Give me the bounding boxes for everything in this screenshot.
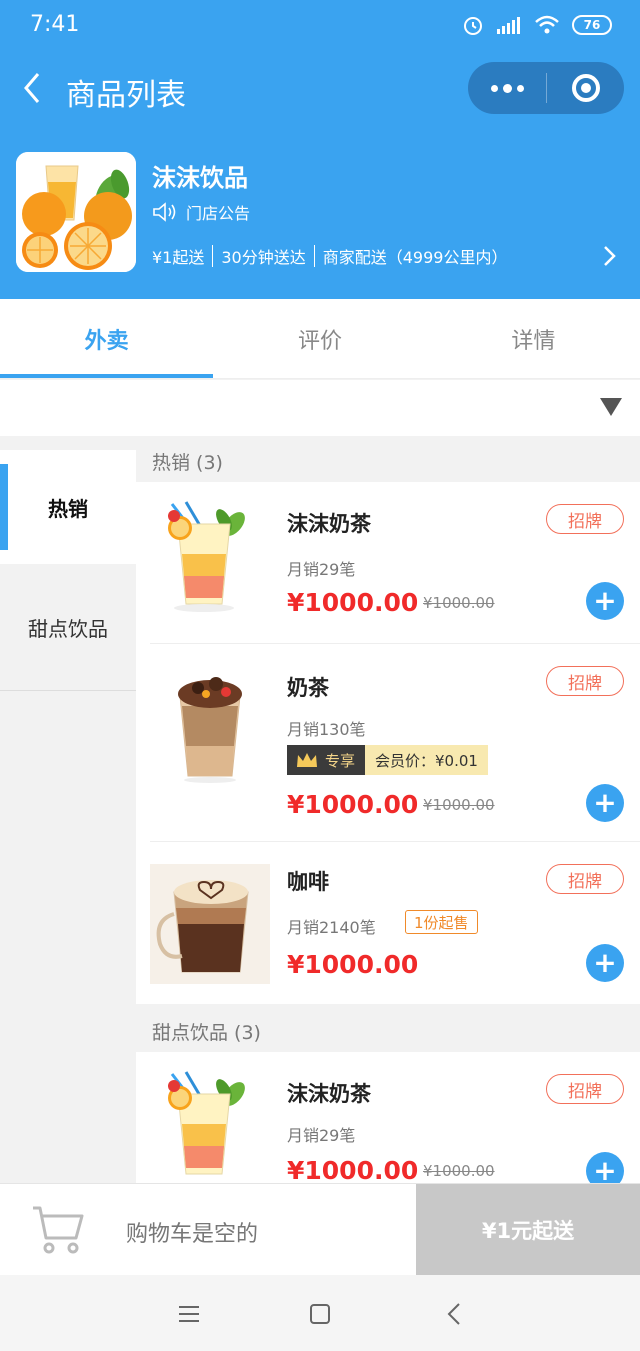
battery-icon: 76 [572,15,612,35]
monthly-sales: 月销29笔 [287,1126,356,1145]
product-price: ¥1000.00 [287,588,419,617]
more-options-button[interactable] [468,62,546,114]
system-back-icon[interactable] [440,1299,470,1329]
signature-badge: 招牌 [546,864,624,894]
product-price: ¥1000.00 [287,950,419,979]
target-icon [571,74,600,102]
monthly-sales: 月销130笔 [287,720,366,739]
product-list: 热销 (3) 沫沫奶茶 招牌 月销29笔 ¥1000.00 ¥1000.00 + [136,436,640,1183]
section-title: 热销 (3) [152,452,223,474]
vip-price: 会员价：¥0.01 [365,745,488,775]
crown-icon [297,753,317,767]
status-time: 7:41 [30,12,80,37]
signature-badge: 招牌 [546,666,624,696]
add-to-cart-button[interactable]: + [586,1152,624,1183]
min-purchase-tag: 1份起售 [405,910,478,934]
add-to-cart-button[interactable]: + [586,582,624,620]
signal-icon [497,17,520,34]
original-price: ¥1000.00 [423,796,495,814]
product-name: 咖啡 [287,870,329,894]
section-title: 甜点饮品 (3) [152,1022,261,1044]
cart-bar: 购物车是空的 ¥1元起送 [0,1183,640,1276]
meta-divider [313,245,315,267]
checkout-button[interactable]: ¥1元起送 [416,1184,640,1276]
shopping-cart-icon[interactable] [30,1202,86,1258]
category-sidebar: 热销 甜点饮品 [0,436,136,1183]
sidebar-divider [0,690,136,691]
add-to-cart-button[interactable]: + [586,784,624,822]
product-item[interactable]: 沫沫奶茶 招牌 月销29笔 ¥1000.00 ¥1000.00 + [136,1052,640,1183]
product-image-tropical-drink [168,501,245,612]
shop-name: 沫沫饮品 [152,164,248,192]
tab-details[interactable]: 详情 [427,299,640,378]
more-dot-icon [490,84,498,92]
product-image-milk-tea [178,677,242,783]
dropdown-triangle-icon[interactable] [600,398,622,416]
alarm-icon [464,17,482,35]
miniprogram-capsule [468,62,624,114]
notice-label: 门店公告 [186,204,251,223]
member-price-tag: 专享 会员价：¥0.01 [287,745,488,775]
more-dot-icon [516,84,524,92]
min-order-text: ¥1起送 [152,248,205,267]
product-name: 沫沫奶茶 [287,1082,371,1106]
product-image-tropical-drink [168,1071,245,1175]
product-item[interactable]: 奶茶 招牌 月销130笔 专享 会员价：¥0.01 ¥1000.00 ¥1000… [136,644,640,842]
tab-takeout[interactable]: 外卖 [0,299,214,378]
delivery-time-text: 30分钟送达 [221,248,306,267]
shop-meta: ¥1起送 30分钟送达 商家配送（4999公里内） [152,244,507,268]
product-name: 奶茶 [287,676,329,700]
status-icons: 76 [462,14,612,36]
page-title: 商品列表 [66,78,186,113]
vip-exclusive-label: 专享 [287,745,366,775]
delivery-range-text: 商家配送（4999公里内） [322,248,508,267]
monthly-sales: 月销2140笔 [287,918,376,937]
filter-bar [0,380,640,436]
original-price: ¥1000.00 [423,594,495,612]
add-to-cart-button[interactable]: + [586,944,624,982]
monthly-sales: 月销29笔 [287,560,356,579]
product-name: 沫沫奶茶 [287,512,371,536]
product-price: ¥1000.00 [287,790,419,819]
home-icon[interactable] [305,1299,335,1329]
menu-icon[interactable] [174,1299,204,1329]
signature-badge: 招牌 [546,1074,624,1104]
close-miniprogram-button[interactable] [547,62,624,114]
tab-reviews[interactable]: 评价 [213,299,426,378]
vip-label: 专享 [325,751,356,770]
product-item[interactable]: 沫沫奶茶 招牌 月销29笔 ¥1000.00 ¥1000.00 + [136,482,640,644]
sidebar-item-dessert-drinks[interactable]: 甜点饮品 [0,564,136,690]
product-image-coffee [150,864,270,984]
store-header: 商品列表 沫沫饮品 门店公告 ¥1起送 30分钟送达 商家配送（4999公里内） [0,52,640,299]
sidebar-item-hot[interactable]: 热销 [0,450,136,564]
chevron-right-icon[interactable] [600,244,618,268]
signature-badge: 招牌 [546,504,624,534]
shop-logo [16,152,136,272]
wifi-icon [535,15,559,34]
store-notice[interactable]: 门店公告 [152,200,250,224]
status-bar: 7:41 76 [0,0,640,52]
original-price: ¥1000.00 [423,1162,495,1180]
more-dot-icon [502,83,512,93]
cart-empty-text: 购物车是空的 [126,1222,259,1247]
back-arrow-icon[interactable] [18,70,48,106]
system-nav-bar [0,1275,640,1351]
product-price: ¥1000.00 [287,1156,419,1183]
tab-bar: 外卖 评价 详情 [0,299,640,379]
product-item[interactable]: 咖啡 招牌 月销2140笔 1份起售 ¥1000.00 + [136,842,640,1004]
meta-divider [212,245,214,267]
speaker-icon [153,202,176,222]
